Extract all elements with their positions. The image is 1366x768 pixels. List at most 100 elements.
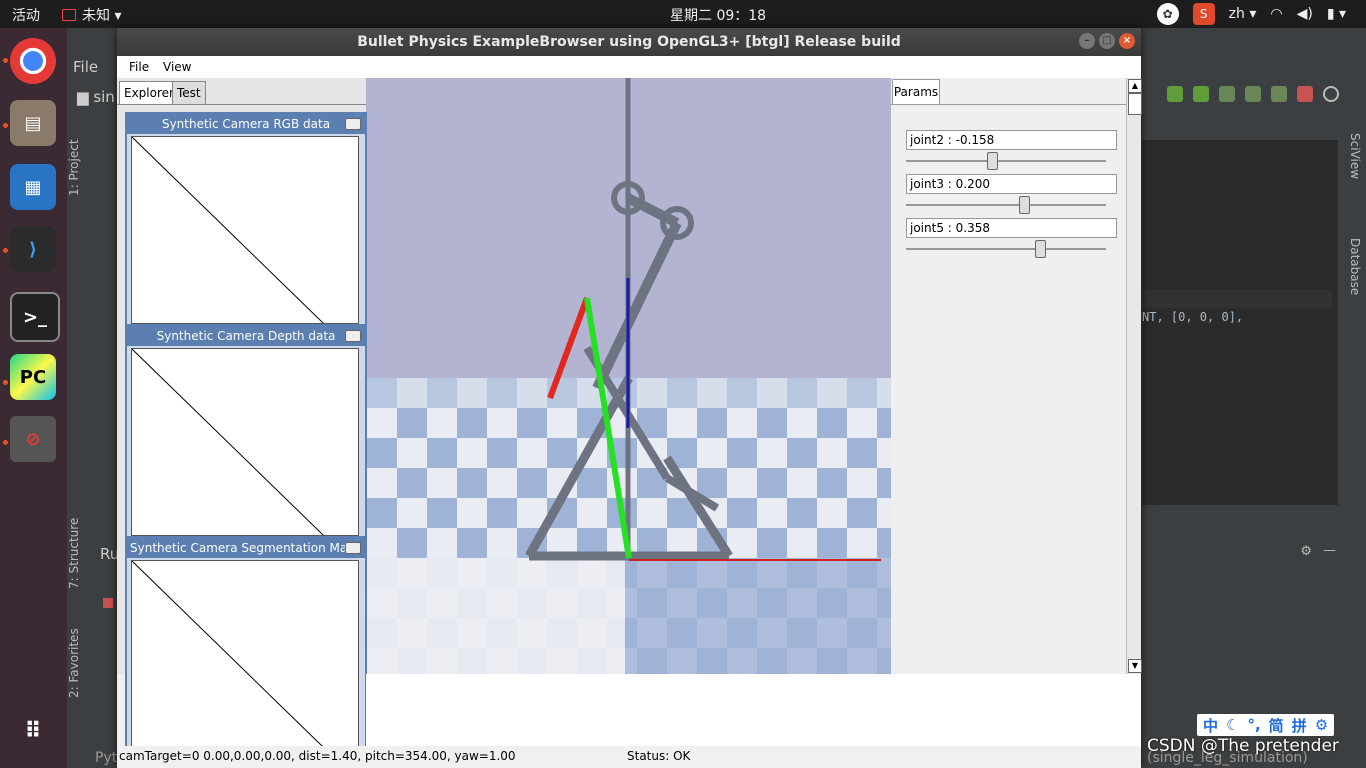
window-menubar: File View <box>117 56 1141 78</box>
current-line-highlight <box>1142 290 1332 308</box>
menu-file[interactable]: File <box>129 60 149 74</box>
wifi-icon[interactable]: ◠ <box>1270 6 1282 22</box>
concurrency-icon[interactable] <box>1271 86 1287 102</box>
ime-pinyin[interactable]: 拼 <box>1292 715 1307 736</box>
stop-run-icon[interactable] <box>1297 86 1313 102</box>
running-indicator <box>3 440 8 445</box>
ide-menu-file[interactable]: File <box>73 58 98 76</box>
ime-toolbar[interactable]: 中 ☾ °, 简 拼 ⚙ <box>1197 714 1335 736</box>
right-tool-strip: SciView Database <box>1338 123 1366 723</box>
pycharm-icon[interactable]: PC <box>10 354 56 400</box>
debug-icon[interactable] <box>1193 86 1209 102</box>
terminal-icon[interactable]: >_ <box>10 292 60 342</box>
ide-toolbar <box>1167 86 1339 102</box>
menu-view[interactable]: View <box>163 60 191 74</box>
vscode-icon[interactable]: ⟩ <box>10 226 56 272</box>
param-joint3: joint3 : 0.200 <box>906 174 1117 214</box>
panel-minimize-button[interactable] <box>345 330 361 342</box>
panel-minimize-button[interactable] <box>345 118 361 130</box>
slider-track[interactable] <box>906 160 1106 162</box>
slider-knob[interactable] <box>1035 240 1046 258</box>
running-indicator <box>3 248 8 253</box>
camera-panel-title: Synthetic Camera Depth data <box>156 329 336 343</box>
minimize-panel-icon[interactable]: — <box>1323 543 1336 558</box>
status-bar: camTarget=0 0.00,0.00,0.00, dist=1.40, p… <box>117 746 1141 768</box>
code-line: NT, [0, 0, 0], <box>1142 310 1244 324</box>
tab-test[interactable]: Test <box>172 81 206 105</box>
gear-icon[interactable]: ⚙ <box>1300 544 1312 559</box>
camera-panel-segmentation[interactable]: Synthetic Camera Segmentation Mask <box>125 536 367 752</box>
ime-settings-icon[interactable]: ⚙ <box>1315 716 1328 734</box>
running-indicator <box>3 380 8 385</box>
rerun-icon[interactable] <box>1167 86 1183 102</box>
scroll-up-arrow[interactable]: ▲ <box>1128 79 1142 93</box>
window-title: Bullet Physics ExampleBrowser using Open… <box>357 34 901 50</box>
sidetab-project[interactable]: 1: Project <box>67 123 93 213</box>
files-icon[interactable]: ▤ <box>10 100 56 146</box>
app-menu-label: 未知 <box>82 8 110 24</box>
camera-panel-depth[interactable]: Synthetic Camera Depth data <box>125 324 367 540</box>
language-indicator[interactable]: zh ▾ <box>1229 6 1257 22</box>
battery-icon[interactable]: ▮ ▾ <box>1327 6 1346 22</box>
search-icon[interactable] <box>1323 86 1339 102</box>
activities-button[interactable]: 活动 <box>12 5 40 25</box>
param-label: joint5 : 0.358 <box>906 218 1117 238</box>
scene-render <box>367 78 891 674</box>
sidetab-structure[interactable]: 7: Structure <box>67 508 93 598</box>
panel-minimize-button[interactable] <box>345 542 361 554</box>
close-button[interactable]: × <box>1119 33 1135 49</box>
ime-punct-icon[interactable]: °, <box>1247 716 1260 734</box>
camera-panel-rgb[interactable]: Synthetic Camera RGB data <box>125 112 367 328</box>
bottom-left-label: Pyt <box>95 750 118 766</box>
unknown-app-icon[interactable]: ⊘ <box>10 416 56 462</box>
code-editor[interactable]: NT, [0, 0, 0], <box>1142 140 1338 505</box>
camera-panel-header[interactable]: Synthetic Camera RGB data <box>127 114 365 134</box>
project-breadcrumb-label: sin <box>93 88 115 106</box>
rtab-sciview[interactable]: SciView <box>1348 133 1362 179</box>
app-menu[interactable]: 未知 ▾ <box>62 5 121 25</box>
scroll-thumb[interactable] <box>1128 93 1142 115</box>
launcher-dock: ▤ ▦ ⟩ >_ PC ⊘ ⠿ <box>0 28 67 768</box>
params-scrollbar[interactable]: ▲ ▼ <box>1126 78 1142 674</box>
show-apps-icon[interactable]: ⠿ <box>10 708 56 754</box>
slider-track[interactable] <box>906 248 1106 250</box>
coverage-icon[interactable] <box>1219 86 1235 102</box>
explorer-pane: Explorer Test Synthetic Camera RGB data … <box>117 78 367 752</box>
minimize-button[interactable]: – <box>1079 33 1095 49</box>
sidetab-favorites[interactable]: 2: Favorites <box>67 618 93 708</box>
clock[interactable]: 星期二 09：18 <box>670 5 766 25</box>
ime-chinese[interactable]: 中 <box>1203 715 1218 736</box>
tab-explorer[interactable]: Explorer <box>119 81 179 105</box>
rtab-database[interactable]: Database <box>1348 238 1362 295</box>
slider-knob[interactable] <box>987 152 998 170</box>
chrome-icon[interactable] <box>10 38 56 84</box>
volume-icon[interactable]: ◀) <box>1297 6 1313 22</box>
camera-panel-title: Synthetic Camera RGB data <box>161 117 331 131</box>
language-label: zh <box>1228 6 1245 22</box>
slider-track[interactable] <box>906 204 1106 206</box>
camera-panel-header[interactable]: Synthetic Camera Depth data <box>127 326 365 346</box>
window-titlebar[interactable]: Bullet Physics ExampleBrowser using Open… <box>117 28 1141 56</box>
camera-image <box>131 348 359 536</box>
client-area: Explorer Test Synthetic Camera RGB data … <box>117 78 1142 752</box>
param-label: joint2 : -0.158 <box>906 130 1117 150</box>
log-area <box>366 674 1141 746</box>
tab-params[interactable]: Params <box>892 79 940 104</box>
slider-knob[interactable] <box>1019 196 1030 214</box>
scroll-down-arrow[interactable]: ▼ <box>1128 659 1142 673</box>
system-tray: ✿ S zh ▾ ◠ ◀) ▮ ▾ <box>1156 3 1346 25</box>
3d-viewport[interactable] <box>367 78 891 674</box>
stop-icon[interactable] <box>103 598 113 608</box>
profile-icon[interactable] <box>1245 86 1261 102</box>
floor-tile <box>625 558 891 674</box>
writer-icon[interactable]: ▦ <box>10 164 56 210</box>
running-indicator <box>3 58 8 63</box>
camera-panel-header[interactable]: Synthetic Camera Segmentation Mask <box>127 538 365 558</box>
maximize-button[interactable]: □ <box>1099 33 1115 49</box>
ime-simplified[interactable]: 简 <box>1269 715 1284 736</box>
run-tool-header: ⚙ — <box>1142 541 1366 565</box>
project-breadcrumb[interactable]: ▆ sin <box>77 88 115 106</box>
sogou-icon[interactable]: S <box>1192 3 1215 25</box>
ime-moon-icon[interactable]: ☾ <box>1226 716 1239 734</box>
app-indicator-icon[interactable]: ✿ <box>1156 3 1179 25</box>
